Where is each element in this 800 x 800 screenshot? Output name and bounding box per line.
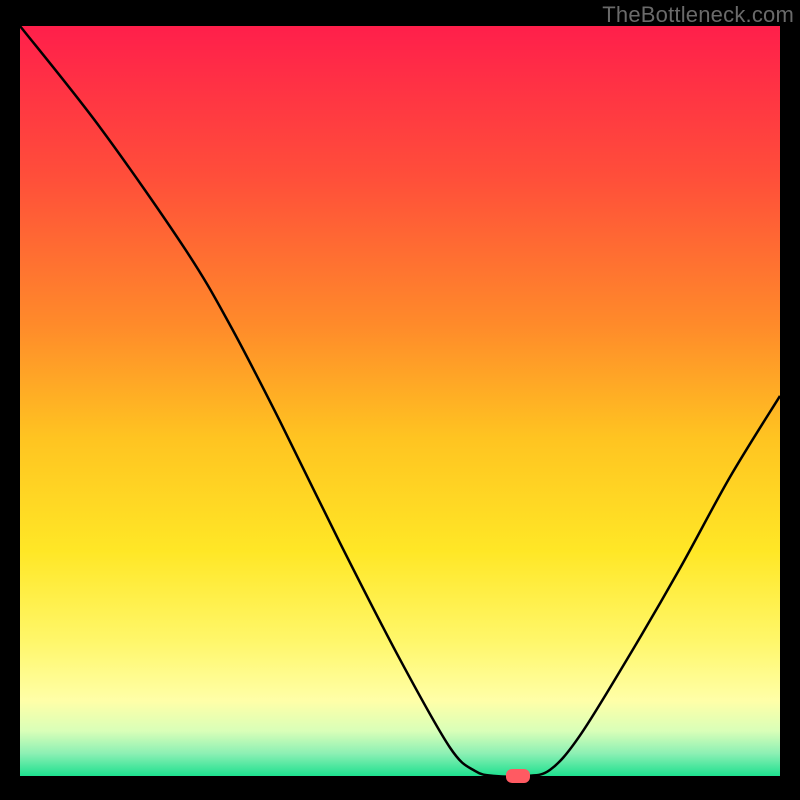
- chart-svg: [0, 0, 800, 800]
- plot-background: [20, 26, 780, 776]
- bottleneck-marker: [506, 769, 530, 783]
- watermark-text: TheBottleneck.com: [602, 2, 794, 28]
- chart-canvas: { "watermark": "TheBottleneck.com", "cha…: [0, 0, 800, 800]
